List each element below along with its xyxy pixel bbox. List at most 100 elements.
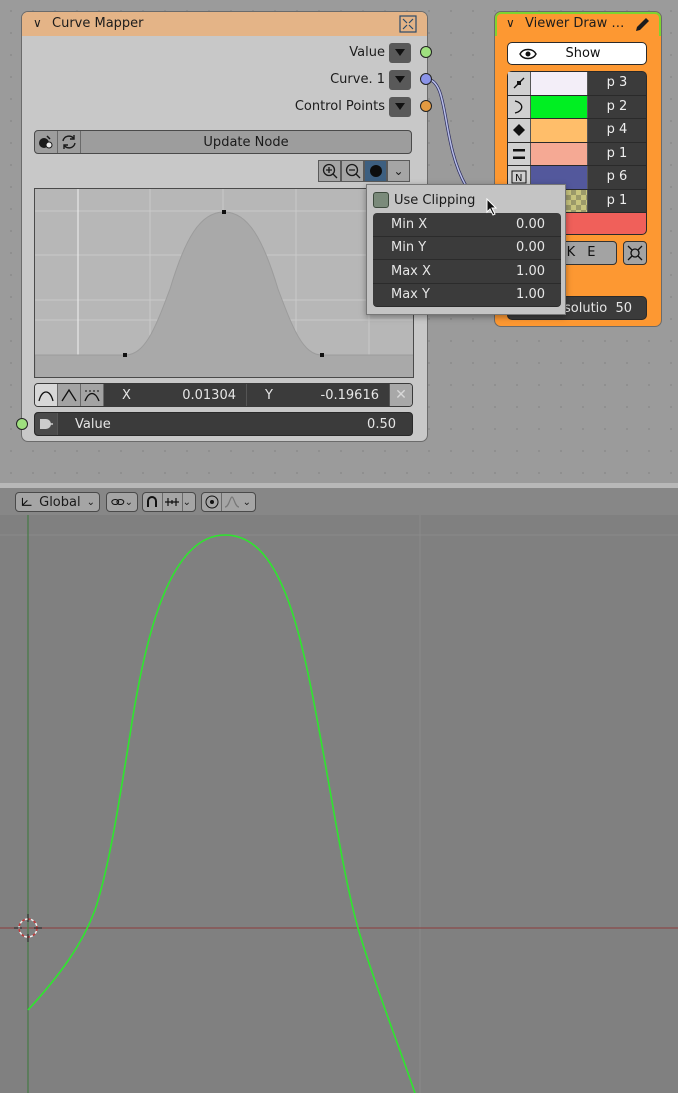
snapping-controls: ⌄ [142,492,196,512]
clipping-popup: Use Clipping Min X 0.00 Min Y 0.00 Max X… [366,184,566,315]
orientation-label: Global [39,494,81,510]
bake-settings-icon[interactable] [623,241,647,265]
delete-point-button[interactable]: ✕ [390,384,412,406]
input-socket-value[interactable] [16,418,28,430]
node-header[interactable]: ∨ Curve Mapper [22,12,427,36]
resolution-label: solutio [564,300,608,316]
value-input-field[interactable]: Value 0.50 [34,412,413,436]
refresh-icon[interactable] [58,131,81,153]
list-item[interactable]: p 2 [507,94,647,119]
transform-orientation-select[interactable]: Global ⌄ [15,492,100,512]
proportional-edit-icon[interactable] [202,493,223,511]
color-swatch[interactable] [531,142,588,165]
value-label: Value [75,416,111,432]
use-clipping-checkbox[interactable] [373,192,389,208]
field-label: Min Y [391,240,427,256]
pivot-point-select[interactable]: ⌄ [106,492,138,512]
curve-handle-icon[interactable] [508,95,531,118]
viewport-header: Global ⌄ ⌄ ⌄ ⌄ [0,488,678,515]
output-dropdown-button[interactable] [389,96,411,117]
chevron-down-icon: ⌄ [86,496,95,508]
attr-label[interactable]: p 2 [588,96,646,119]
node-editor[interactable]: ∨ Curve Mapper Value Curve. 1 Control Po… [0,0,678,488]
use-clipping-label[interactable]: Use Clipping [394,193,475,208]
chevron-down-icon[interactable]: ⌄ [183,497,191,508]
node-title: Viewer Draw Curve [525,16,630,31]
point-y-field[interactable]: Y -0.19616 [247,384,390,406]
chevron-down-icon[interactable]: ⌄ [243,497,251,508]
node-title: Curve Mapper [52,16,144,31]
use-clipping-row[interactable]: Use Clipping [373,192,475,208]
list-item[interactable]: p 4 [507,118,647,142]
svg-text:N: N [515,173,522,184]
color-swatch[interactable] [531,72,588,95]
output-dropdown-button[interactable] [389,69,411,90]
3d-viewport[interactable] [0,515,678,1093]
update-node-row: Update Node [34,130,412,154]
point-x-field[interactable]: X 0.01304 [104,384,247,406]
output-label: Value [349,45,385,60]
attr-label[interactable]: p 4 [588,119,646,142]
zoom-out-icon[interactable] [341,160,364,182]
driver-icon[interactable] [35,413,58,435]
curve-editor-graph[interactable] [34,188,414,378]
zoom-in-icon[interactable] [318,160,341,182]
node-header[interactable]: ∨ Viewer Draw Curve [495,12,661,36]
output-label: Control Points [294,99,385,114]
output-dropdown-button[interactable] [389,42,411,63]
clamped-handle-icon[interactable] [81,384,104,406]
clipping-options-icon[interactable] [364,160,387,182]
output-socket-value[interactable] [420,46,432,58]
field-label: Max X [391,263,431,279]
field-value: 0.00 [516,216,545,232]
max-y-field[interactable]: Max Y 1.00 [373,283,561,307]
output-value-row: Value [349,42,411,63]
field-value: 1.00 [516,263,545,279]
color-swatch[interactable] [531,119,588,142]
collapse-icon[interactable]: ∨ [506,16,515,30]
output-socket-curve[interactable] [420,73,432,85]
min-x-field[interactable]: Min X 0.00 [373,213,561,237]
field-label: Max Y [391,287,430,303]
update-node-button[interactable]: Update Node [81,135,411,150]
y-label: Y [265,387,273,403]
output-control-points-row: Control Points [295,96,411,117]
field-value: 1.00 [516,287,545,303]
expand-icon[interactable] [399,15,417,33]
x-value: 0.01304 [182,387,236,403]
lines-icon[interactable] [508,142,531,165]
auto-handle-icon[interactable] [35,384,58,406]
proportional-edit-controls: ⌄ [201,492,256,512]
field-value: 0.00 [516,240,545,256]
magnet-icon[interactable] [143,493,163,511]
pencil-icon[interactable] [633,16,651,34]
curve-zoom-tools: ⌄ [318,160,410,182]
attr-label[interactable]: p 6 [588,166,646,189]
eye-icon [519,48,537,59]
min-y-field[interactable]: Min Y 0.00 [373,236,561,260]
chevron-down-icon[interactable]: ⌄ [387,160,410,182]
falloff-curve-icon[interactable] [222,493,242,511]
list-item[interactable]: p 3 [507,71,647,95]
output-curve-row: Curve. 1 [330,69,411,90]
color-swatch[interactable] [531,95,588,118]
output-socket-control-points[interactable] [420,100,432,112]
attr-label[interactable]: p 3 [588,72,646,95]
output-label: Curve. 1 [330,72,385,87]
show-label: Show [565,46,601,61]
attr-label[interactable]: p 1 [588,143,646,166]
x-label: X [122,387,131,403]
attr-label[interactable]: p 1 [588,190,646,213]
collapse-icon[interactable]: ∨ [33,16,42,30]
show-toggle-button[interactable]: Show [507,42,647,65]
point-coordinate-row: X 0.01304 Y -0.19616 ✕ [34,383,413,407]
vertex-edge-icon[interactable] [508,72,531,95]
max-x-field[interactable]: Max X 1.00 [373,260,561,284]
list-item[interactable]: p 1 [507,141,647,166]
snap-increment-icon[interactable] [163,493,183,511]
vector-handle-icon[interactable] [58,384,81,406]
clip-fields: Min X 0.00 Min Y 0.00 Max X 1.00 Max Y 1… [373,213,561,307]
node-tree-icon[interactable] [35,131,58,153]
axis-orientation-icon [21,497,32,506]
diamond-icon[interactable] [508,119,531,142]
